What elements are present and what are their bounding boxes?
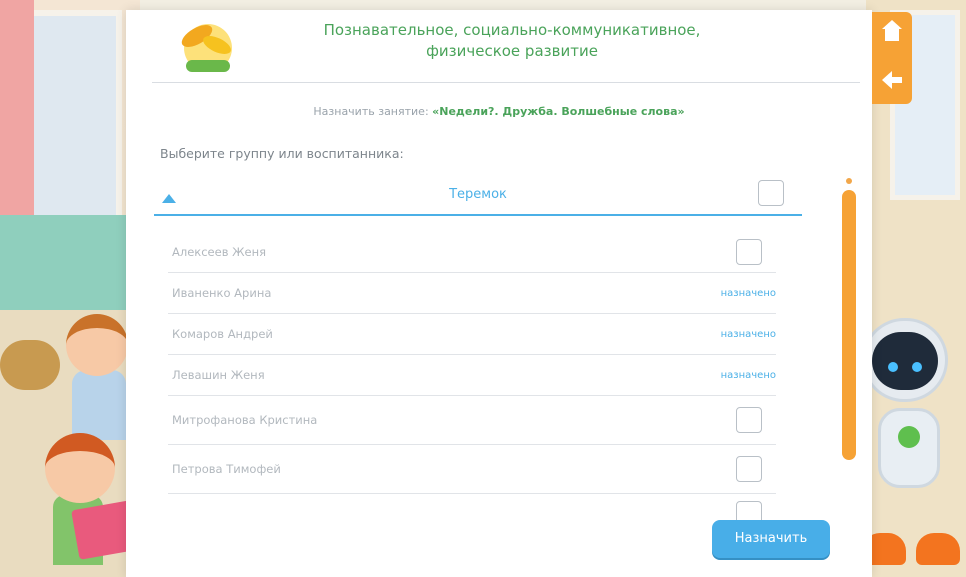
child-name: Комаров Андрей bbox=[172, 327, 273, 341]
assign-button[interactable]: Назначить bbox=[712, 520, 830, 558]
assignment-prefix: Назначить занятие: bbox=[313, 105, 429, 118]
arrow-left-icon bbox=[882, 71, 902, 89]
list-scrollbar[interactable] bbox=[842, 178, 856, 460]
child-checkbox[interactable] bbox=[736, 501, 762, 522]
child-status: назначено bbox=[720, 369, 776, 381]
child-checkbox[interactable] bbox=[736, 239, 762, 265]
background-shelf bbox=[0, 215, 140, 315]
child-row[interactable]: Левашин Женя назначено bbox=[168, 355, 776, 396]
child-row[interactable]: Иваненко Арина назначено bbox=[168, 273, 776, 314]
child-row[interactable] bbox=[168, 494, 776, 522]
child-row[interactable]: Алексеев Женя bbox=[168, 232, 776, 273]
child-name: Левашин Женя bbox=[172, 368, 265, 382]
child-status: назначено bbox=[720, 328, 776, 340]
home-icon bbox=[882, 20, 902, 44]
page-title-line2: физическое развитие bbox=[426, 42, 598, 60]
home-button[interactable] bbox=[872, 14, 912, 58]
child-row[interactable]: Петрова Тимофей bbox=[168, 445, 776, 494]
choose-group-label: Выберите группу или воспитанника: bbox=[160, 146, 404, 161]
background-curtain bbox=[0, 0, 34, 230]
child-name: Митрофанова Кристина bbox=[172, 413, 318, 427]
children-list: Алексеев Женя Иваненко Арина назначено К… bbox=[168, 232, 776, 522]
child-status: назначено bbox=[720, 287, 776, 299]
panel-header: Познавательное, социально-коммуникативно… bbox=[152, 10, 860, 83]
group-checkbox[interactable] bbox=[758, 180, 784, 206]
page-title: Познавательное, социально-коммуникативно… bbox=[272, 20, 752, 62]
child-name: Алексеев Женя bbox=[172, 245, 267, 259]
group-name: Теремок bbox=[449, 187, 507, 202]
child-row[interactable]: Комаров Андрей назначено bbox=[168, 314, 776, 355]
scrollbar-top-dot bbox=[846, 178, 852, 184]
group-header[interactable]: Теремок bbox=[154, 178, 802, 216]
child-row[interactable]: Митрофанова Кристина bbox=[168, 396, 776, 445]
child-name: Петрова Тимофей bbox=[172, 462, 281, 476]
development-logo-icon bbox=[176, 18, 240, 76]
girl-illustration bbox=[35, 425, 140, 575]
assignment-lesson: «Neдели?. Дружба. Волшебные слова» bbox=[432, 105, 685, 118]
side-nav bbox=[872, 12, 912, 104]
child-name: Иваненко Арина bbox=[172, 286, 272, 300]
page-title-line1: Познавательное, социально-коммуникативно… bbox=[323, 21, 701, 39]
scrollbar-thumb[interactable] bbox=[842, 190, 856, 460]
child-checkbox[interactable] bbox=[736, 456, 762, 482]
assignment-panel: Познавательное, социально-коммуникативно… bbox=[126, 10, 872, 577]
child-checkbox[interactable] bbox=[736, 407, 762, 433]
background-ball bbox=[0, 340, 60, 390]
back-button[interactable] bbox=[872, 58, 912, 102]
assignment-info: Назначить занятие: «Neдели?. Дружба. Вол… bbox=[126, 105, 872, 118]
